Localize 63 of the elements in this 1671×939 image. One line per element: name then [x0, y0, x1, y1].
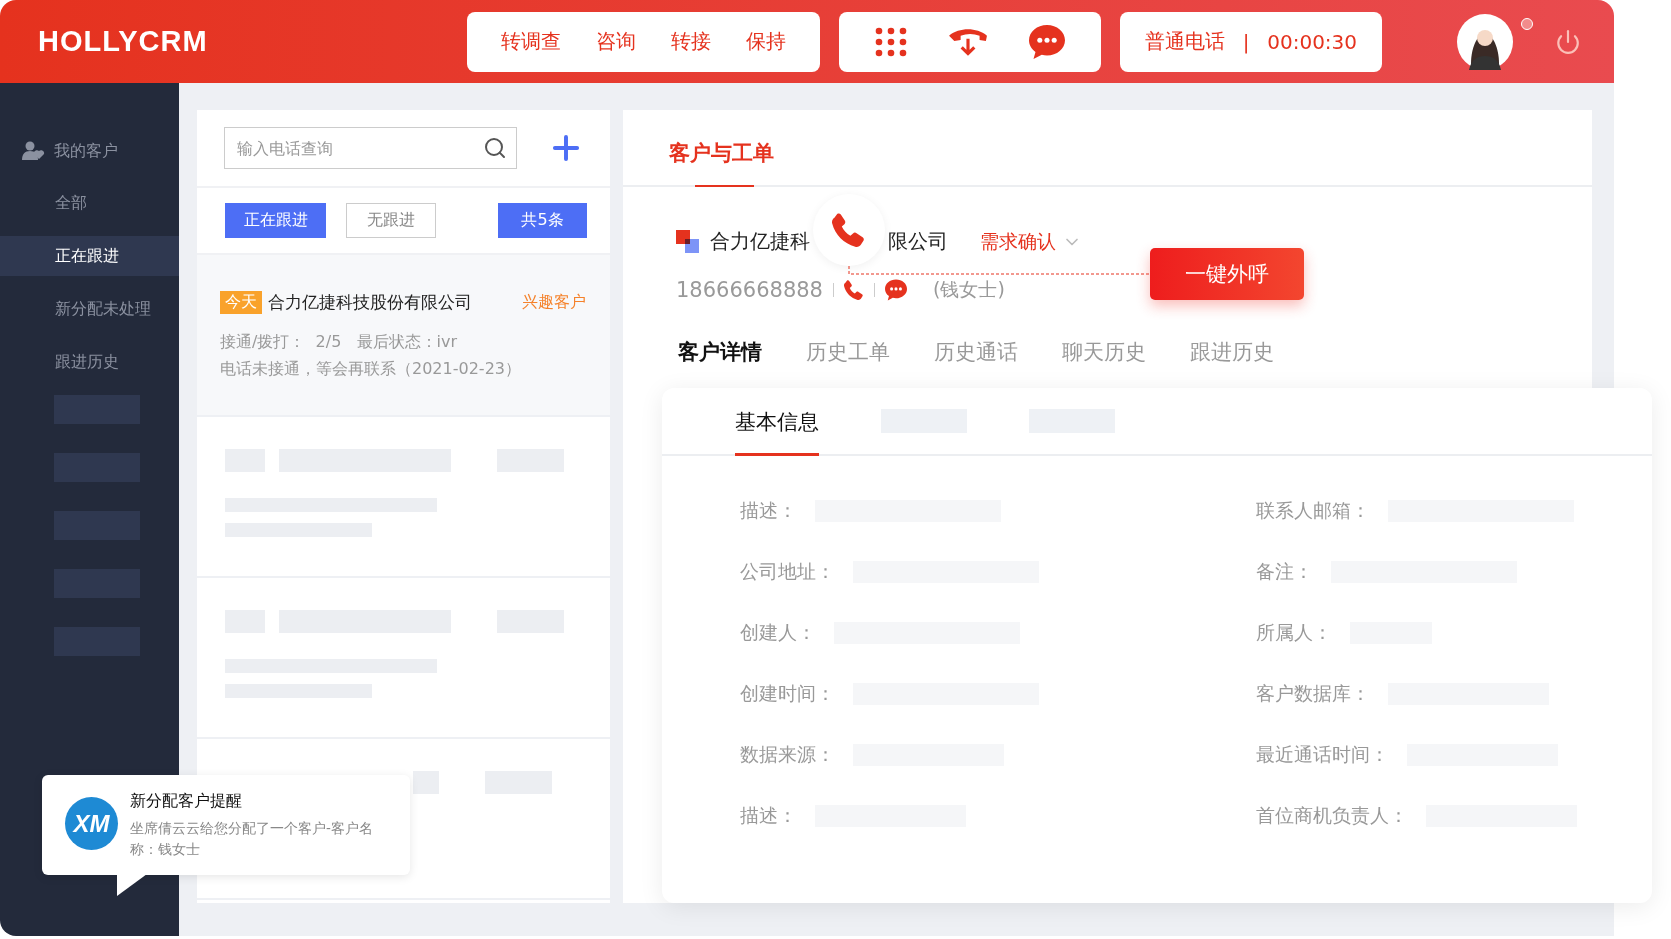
avatar[interactable] — [1457, 13, 1513, 70]
sidebar-item[interactable]: 跟进历史 — [0, 342, 179, 382]
field-label: 创建时间： — [740, 680, 835, 706]
search-icon[interactable] — [483, 136, 507, 160]
field-label: 联系人邮箱： — [1256, 497, 1370, 523]
call-timer: 00:00:30 — [1267, 29, 1358, 54]
company-name: 限公司 — [888, 228, 948, 256]
field-label: 首位商机负责人： — [1256, 802, 1408, 828]
company-icon — [676, 229, 700, 254]
detail-tab[interactable]: 客户详情 — [678, 337, 762, 366]
search-field[interactable]: 输入电话查询 — [224, 127, 517, 169]
contact-name: (钱女士) — [933, 276, 1005, 302]
info-tab[interactable]: 基本信息 — [735, 387, 819, 456]
detail-tab[interactable]: 历史通话 — [934, 337, 1018, 366]
field-label: 备注： — [1256, 558, 1313, 584]
call-action-button[interactable]: 转调查 — [496, 28, 565, 55]
company-name: 合力亿捷科 — [710, 228, 810, 256]
notification-body: 坐席倩云云给您分配了一个客户-客户名称：钱女士 — [130, 819, 374, 859]
detail-tab[interactable]: 历史工单 — [806, 337, 890, 366]
status-dropdown[interactable]: 需求确认 — [980, 228, 1082, 255]
call-action-button[interactable]: 转接 — [667, 28, 716, 55]
notification-title: 新分配客户提醒 — [130, 791, 242, 812]
placeholder-bar — [413, 771, 439, 794]
section-tab[interactable]: 客户与工单 — [669, 138, 774, 185]
follow-up-note: 电话未接通，等会再联系（2021-02-23） — [220, 358, 522, 380]
separator: | — [1242, 29, 1250, 54]
customers-icon — [22, 141, 46, 161]
field-label: 描述： — [740, 802, 797, 828]
date-badge: 今天 — [220, 291, 262, 314]
detail-tab[interactable]: 跟进历史 — [1190, 337, 1274, 366]
sidebar-item[interactable]: 全部 — [0, 183, 179, 223]
sidebar-item[interactable]: 正在跟进 — [0, 236, 179, 276]
phone-icon[interactable] — [844, 279, 864, 300]
field-label: 所属人： — [1256, 619, 1332, 645]
field-label: 最近通话时间： — [1256, 741, 1389, 767]
power-icon[interactable] — [1555, 28, 1581, 55]
call-type: 普通电话 — [1144, 28, 1225, 55]
detail-tab[interactable]: 聊天历史 — [1062, 337, 1146, 366]
phone-number: 18666668888 — [676, 277, 823, 302]
field-label: 客户数据库： — [1256, 680, 1370, 706]
call-button[interactable]: 一键外呼 — [1150, 247, 1304, 300]
filter-button[interactable]: 正在跟进 — [225, 203, 326, 238]
phone-icon[interactable] — [832, 212, 866, 247]
call-stats: 接通/拨打： 2/5 最后状态：ivr — [220, 331, 459, 353]
field-label: 数据来源： — [740, 741, 835, 767]
chat-icon[interactable] — [1028, 23, 1065, 60]
call-action-button[interactable]: 保持 — [742, 28, 791, 55]
app-logo: HOLLYCRM — [38, 25, 209, 58]
keypad-icon[interactable] — [875, 26, 908, 57]
field-label: 公司地址： — [740, 558, 835, 584]
hang-up-icon[interactable] — [948, 26, 988, 57]
customer-card[interactable]: 今天 合力亿捷科技股份有限公司 兴趣客户 接通/拨打： 2/5 最后状态：ivr 电话未接通，等会再联系（2021-02-23） — [197, 255, 610, 417]
sidebar-section-title: 我的客户 — [54, 140, 118, 162]
field-label: 描述： — [740, 497, 797, 523]
chat-icon[interactable] — [885, 278, 907, 301]
customer-name: 合力亿捷科技股份有限公司 — [268, 291, 472, 314]
filter-button[interactable]: 无跟进 — [346, 203, 436, 238]
notification-logo: XM — [65, 797, 118, 850]
sidebar-item[interactable]: 新分配未处理 — [0, 289, 179, 329]
field-label: 创建人： — [740, 619, 816, 645]
customer-tag: 兴趣客户 — [522, 292, 586, 313]
count-button[interactable]: 共5条 — [498, 203, 587, 238]
call-action-button[interactable]: 咨询 — [591, 28, 640, 55]
